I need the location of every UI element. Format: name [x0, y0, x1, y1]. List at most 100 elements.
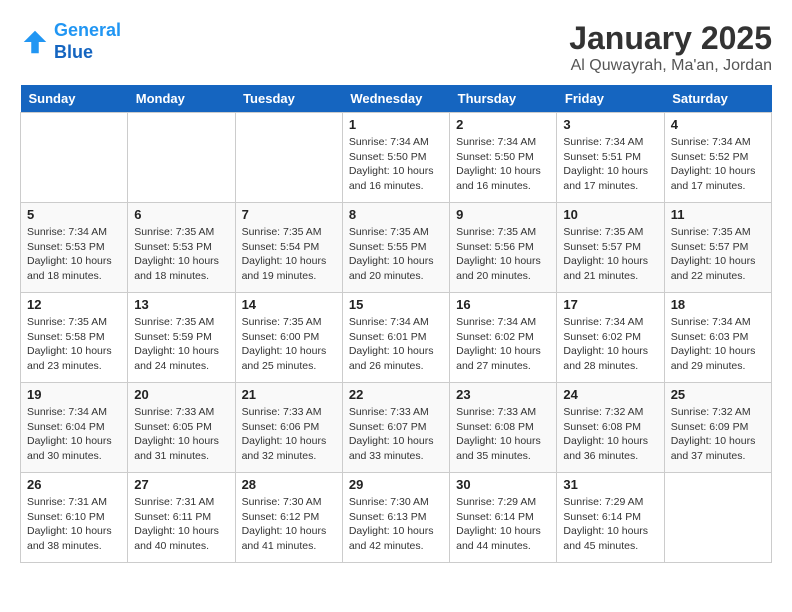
- day-info: Sunrise: 7:34 AM Sunset: 5:50 PM Dayligh…: [349, 135, 443, 194]
- day-number: 10: [563, 207, 657, 222]
- calendar-body: 1 Sunrise: 7:34 AM Sunset: 5:50 PM Daylig…: [21, 113, 772, 563]
- calendar-cell: 27Sunrise: 7:31 AM Sunset: 6:11 PM Dayli…: [128, 473, 235, 563]
- day-number: 15: [349, 297, 443, 312]
- calendar-cell: 14 Sunrise: 7:35 AM Sunset: 6:00 PM Dayli…: [235, 293, 342, 383]
- calendar-cell: [235, 113, 342, 203]
- calendar-cell: 7 Sunrise: 7:35 AM Sunset: 5:54 PM Daylig…: [235, 203, 342, 293]
- day-number: 17: [563, 297, 657, 312]
- day-info: Sunrise: 7:34 AM Sunset: 5:50 PM Dayligh…: [456, 135, 550, 194]
- day-number: 31: [563, 477, 657, 492]
- calendar-cell: 10 Sunrise: 7:35 AM Sunset: 5:57 PM Dayli…: [557, 203, 664, 293]
- day-number: 9: [456, 207, 550, 222]
- logo-line1: General: [54, 20, 121, 40]
- day-info: Sunrise: 7:35 AM Sunset: 5:59 PM Dayligh…: [134, 315, 228, 374]
- day-info: Sunrise: 7:34 AM Sunset: 6:04 PM Dayligh…: [27, 405, 121, 464]
- calendar-cell: 18 Sunrise: 7:34 AM Sunset: 6:03 PM Dayli…: [664, 293, 771, 383]
- calendar-week-4: 19 Sunrise: 7:34 AM Sunset: 6:04 PM Dayli…: [21, 383, 772, 473]
- day-number: 22: [349, 387, 443, 402]
- calendar-cell: 26 Sunrise: 7:31 AM Sunset: 6:10 PM Dayli…: [21, 473, 128, 563]
- day-info: Sunrise: 7:35 AM Sunset: 5:53 PM Dayligh…: [134, 225, 228, 284]
- logo-icon: [20, 27, 50, 57]
- day-info: Sunrise: 7:33 AM Sunset: 6:06 PM Dayligh…: [242, 405, 336, 464]
- weekday-header-wednesday: Wednesday: [342, 85, 449, 113]
- weekday-header-saturday: Saturday: [664, 85, 771, 113]
- day-info: Sunrise: 7:34 AM Sunset: 5:52 PM Dayligh…: [671, 135, 765, 194]
- calendar-cell: 2 Sunrise: 7:34 AM Sunset: 5:50 PM Daylig…: [450, 113, 557, 203]
- day-number: 29: [349, 477, 443, 492]
- calendar-cell: 20Sunrise: 7:33 AM Sunset: 6:05 PM Dayli…: [128, 383, 235, 473]
- weekday-header-thursday: Thursday: [450, 85, 557, 113]
- day-number: 24: [563, 387, 657, 402]
- day-number: 12: [27, 297, 121, 312]
- logo: General Blue: [20, 20, 121, 63]
- calendar-cell: 22 Sunrise: 7:33 AM Sunset: 6:07 PM Dayli…: [342, 383, 449, 473]
- calendar-cell: 30 Sunrise: 7:29 AM Sunset: 6:14 PM Dayli…: [450, 473, 557, 563]
- day-number: 18: [671, 297, 765, 312]
- day-number: 23: [456, 387, 550, 402]
- day-info: Sunrise: 7:30 AM Sunset: 6:13 PM Dayligh…: [349, 495, 443, 554]
- day-number: 25: [671, 387, 765, 402]
- weekday-header-row: SundayMondayTuesdayWednesdayThursdayFrid…: [21, 85, 772, 113]
- day-info: Sunrise: 7:35 AM Sunset: 5:58 PM Dayligh…: [27, 315, 121, 374]
- day-info: Sunrise: 7:35 AM Sunset: 6:00 PM Dayligh…: [242, 315, 336, 374]
- day-info: Sunrise: 7:34 AM Sunset: 5:51 PM Dayligh…: [563, 135, 657, 194]
- calendar-cell: [21, 113, 128, 203]
- calendar-cell: 23Sunrise: 7:33 AM Sunset: 6:08 PM Dayli…: [450, 383, 557, 473]
- day-number: 16: [456, 297, 550, 312]
- calendar-table: SundayMondayTuesdayWednesdayThursdayFrid…: [20, 85, 772, 563]
- calendar-cell: [128, 113, 235, 203]
- location: Al Quwayrah, Ma'an, Jordan: [569, 57, 772, 75]
- day-number: 30: [456, 477, 550, 492]
- day-info: Sunrise: 7:29 AM Sunset: 6:14 PM Dayligh…: [456, 495, 550, 554]
- page-header: General Blue January 2025 Al Quwayrah, M…: [20, 20, 772, 75]
- calendar-cell: 4 Sunrise: 7:34 AM Sunset: 5:52 PM Daylig…: [664, 113, 771, 203]
- day-number: 1: [349, 117, 443, 132]
- weekday-header-friday: Friday: [557, 85, 664, 113]
- day-number: 20: [134, 387, 228, 402]
- day-info: Sunrise: 7:30 AM Sunset: 6:12 PM Dayligh…: [242, 495, 336, 554]
- calendar-week-1: 1 Sunrise: 7:34 AM Sunset: 5:50 PM Daylig…: [21, 113, 772, 203]
- day-info: Sunrise: 7:35 AM Sunset: 5:55 PM Dayligh…: [349, 225, 443, 284]
- month-title: January 2025: [569, 20, 772, 57]
- day-info: Sunrise: 7:35 AM Sunset: 5:56 PM Dayligh…: [456, 225, 550, 284]
- calendar-cell: 16Sunrise: 7:34 AM Sunset: 6:02 PM Dayli…: [450, 293, 557, 383]
- calendar-cell: 17 Sunrise: 7:34 AM Sunset: 6:02 PM Dayli…: [557, 293, 664, 383]
- day-number: 26: [27, 477, 121, 492]
- day-info: Sunrise: 7:32 AM Sunset: 6:08 PM Dayligh…: [563, 405, 657, 464]
- calendar-week-5: 26 Sunrise: 7:31 AM Sunset: 6:10 PM Dayli…: [21, 473, 772, 563]
- day-number: 21: [242, 387, 336, 402]
- weekday-header-tuesday: Tuesday: [235, 85, 342, 113]
- day-info: Sunrise: 7:34 AM Sunset: 6:02 PM Dayligh…: [563, 315, 657, 374]
- calendar-cell: [664, 473, 771, 563]
- calendar-cell: 11Sunrise: 7:35 AM Sunset: 5:57 PM Dayli…: [664, 203, 771, 293]
- weekday-header-sunday: Sunday: [21, 85, 128, 113]
- day-number: 19: [27, 387, 121, 402]
- day-info: Sunrise: 7:34 AM Sunset: 6:01 PM Dayligh…: [349, 315, 443, 374]
- day-info: Sunrise: 7:34 AM Sunset: 5:53 PM Dayligh…: [27, 225, 121, 284]
- calendar-cell: 12 Sunrise: 7:35 AM Sunset: 5:58 PM Dayli…: [21, 293, 128, 383]
- calendar-cell: 13Sunrise: 7:35 AM Sunset: 5:59 PM Dayli…: [128, 293, 235, 383]
- day-info: Sunrise: 7:34 AM Sunset: 6:03 PM Dayligh…: [671, 315, 765, 374]
- calendar-cell: 9 Sunrise: 7:35 AM Sunset: 5:56 PM Daylig…: [450, 203, 557, 293]
- day-number: 7: [242, 207, 336, 222]
- calendar-cell: 3Sunrise: 7:34 AM Sunset: 5:51 PM Daylig…: [557, 113, 664, 203]
- calendar-cell: 15 Sunrise: 7:34 AM Sunset: 6:01 PM Dayli…: [342, 293, 449, 383]
- day-number: 8: [349, 207, 443, 222]
- logo-line2: Blue: [54, 42, 93, 62]
- day-info: Sunrise: 7:31 AM Sunset: 6:10 PM Dayligh…: [27, 495, 121, 554]
- day-info: Sunrise: 7:35 AM Sunset: 5:57 PM Dayligh…: [563, 225, 657, 284]
- day-info: Sunrise: 7:35 AM Sunset: 5:54 PM Dayligh…: [242, 225, 336, 284]
- weekday-header-monday: Monday: [128, 85, 235, 113]
- day-number: 27: [134, 477, 228, 492]
- day-number: 28: [242, 477, 336, 492]
- day-number: 5: [27, 207, 121, 222]
- calendar-cell: 21 Sunrise: 7:33 AM Sunset: 6:06 PM Dayli…: [235, 383, 342, 473]
- calendar-cell: 6 Sunrise: 7:35 AM Sunset: 5:53 PM Daylig…: [128, 203, 235, 293]
- day-number: 14: [242, 297, 336, 312]
- day-number: 6: [134, 207, 228, 222]
- day-info: Sunrise: 7:33 AM Sunset: 6:07 PM Dayligh…: [349, 405, 443, 464]
- day-number: 2: [456, 117, 550, 132]
- day-number: 4: [671, 117, 765, 132]
- calendar-cell: 29 Sunrise: 7:30 AM Sunset: 6:13 PM Dayli…: [342, 473, 449, 563]
- day-number: 11: [671, 207, 765, 222]
